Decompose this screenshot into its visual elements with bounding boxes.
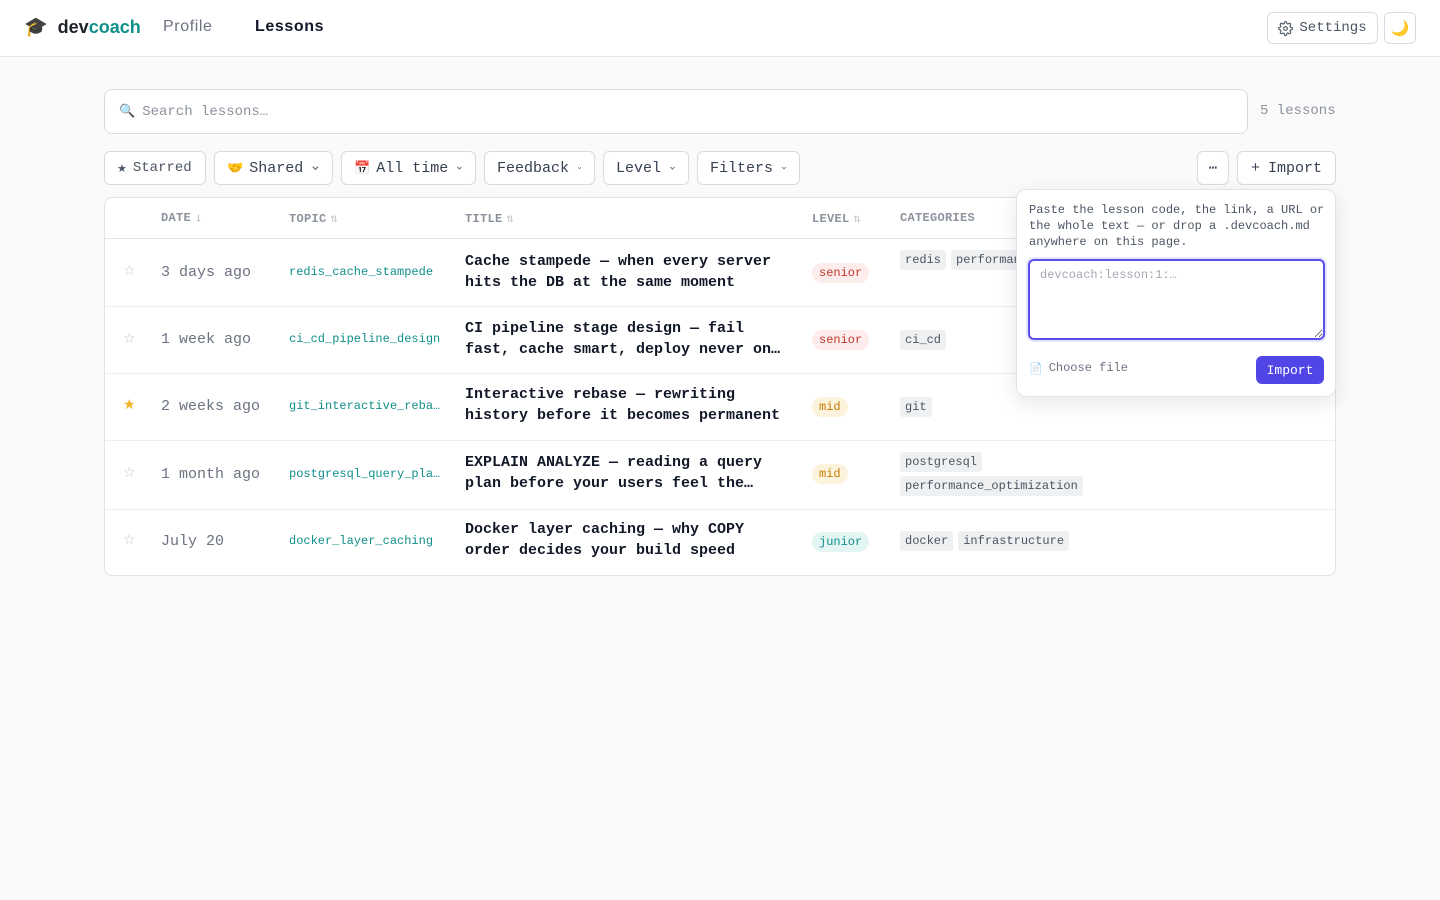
import-button[interactable]: + Import (1237, 151, 1336, 185)
feedback-filter-label: Feedback (497, 159, 570, 177)
column-header-level[interactable]: LEVEL ⇅ (812, 211, 861, 226)
row-title-link[interactable]: Cache stampede — when every server hits … (465, 251, 790, 293)
star-icon: ★ (117, 161, 127, 175)
category-tag[interactable]: git (900, 397, 932, 417)
sort-icon: ⇅ (330, 212, 339, 226)
more-options-button[interactable]: ⋯ (1197, 151, 1229, 185)
category-tag[interactable]: performance_optimization (900, 476, 1083, 496)
import-popover: Paste the lesson code, the link, a URL o… (1016, 189, 1336, 397)
nav-lessons-link[interactable]: Lessons (255, 17, 324, 37)
moon-icon: 🌙 (1390, 19, 1410, 37)
brand-name: devcoach (58, 17, 141, 38)
chevron-down-icon (781, 166, 787, 170)
row-topic-link[interactable]: redis_cache_stampede (289, 265, 444, 279)
column-header-topic-label: TOPIC (289, 212, 327, 226)
search-icon: 🔍 (119, 104, 136, 119)
handshake-icon: 🤝 (227, 160, 244, 176)
row-title-link[interactable]: EXPLAIN ANALYZE — reading a query plan b… (465, 452, 790, 494)
import-textarea[interactable] (1028, 259, 1325, 340)
lesson-count: 5 lessons (1260, 103, 1336, 119)
feedback-filter-dropdown[interactable]: Feedback (484, 151, 595, 185)
chevron-down-icon (670, 166, 675, 170)
row-title-link[interactable]: Interactive rebase — rewriting history b… (465, 384, 790, 426)
time-filter-label: All time (376, 159, 449, 177)
star-toggle-icon[interactable]: ☆ (123, 465, 136, 481)
level-badge: senior (812, 263, 870, 283)
plus-icon: + (1250, 159, 1260, 177)
import-button-label: Import (1268, 159, 1323, 177)
top-bar: 🎓 devcoach Profile Lessons Settings 🌙 (0, 0, 1440, 57)
level-filter-dropdown[interactable]: Level (603, 151, 689, 185)
more-filters-label: Filters (710, 159, 774, 177)
column-header-level-label: LEVEL (812, 212, 850, 226)
star-toggle-icon[interactable]: ☆ (123, 263, 136, 279)
theme-toggle-button[interactable]: 🌙 (1384, 12, 1416, 44)
row-date: 1 month ago (161, 466, 261, 483)
shared-filter-dropdown[interactable]: 🤝 Shared (214, 151, 333, 185)
table-row[interactable]: ☆ July 20 docker_layer_caching Docker la… (105, 510, 1335, 575)
level-badge: mid (812, 464, 848, 484)
star-toggle-icon[interactable]: ☆ (123, 532, 136, 548)
column-header-date[interactable]: DATE ↓ (161, 211, 203, 225)
level-badge: junior (812, 532, 870, 552)
starred-filter-button[interactable]: ★ Starred (104, 151, 206, 185)
calendar-icon: 📅 (354, 160, 371, 176)
category-tag[interactable]: docker (900, 531, 954, 551)
import-submit-button[interactable]: Import (1256, 356, 1324, 384)
level-badge: mid (812, 397, 848, 417)
graduation-cap-icon: 🎓 (24, 16, 48, 38)
ellipsis-icon: ⋯ (1208, 160, 1218, 177)
shared-filter-label: Shared (249, 159, 304, 177)
brand-prefix: dev (57, 16, 89, 37)
search-bar: 🔍 (104, 89, 1248, 134)
sort-desc-icon: ↓ (195, 211, 203, 225)
more-filters-dropdown[interactable]: Filters (697, 151, 800, 185)
category-tags: docker infrastructure (900, 531, 1330, 551)
row-topic-link[interactable]: ci_cd_pipeline_design (289, 332, 444, 346)
category-tags: postgresql performance_optimization (900, 452, 1100, 496)
row-title-link[interactable]: Docker layer caching — why COPY order de… (465, 519, 790, 561)
category-tag[interactable]: infrastructure (958, 531, 1070, 551)
star-toggle-icon[interactable]: ☆ (123, 331, 136, 347)
column-header-title[interactable]: TITLE ⇅ (465, 211, 514, 226)
nav-profile-link[interactable]: Profile (163, 17, 213, 37)
settings-button[interactable]: Settings (1267, 12, 1378, 44)
import-help-text: Paste the lesson code, the link, a URL o… (1029, 203, 1325, 249)
gear-icon (1278, 20, 1294, 36)
sort-icon: ⇅ (506, 212, 515, 226)
row-topic-link[interactable]: docker_layer_caching (289, 534, 444, 548)
row-date: July 20 (161, 533, 225, 550)
search-input[interactable] (142, 103, 1223, 120)
row-date: 3 days ago (161, 264, 252, 281)
chevron-down-icon (457, 166, 462, 170)
choose-file-label: Choose file (1048, 361, 1128, 375)
file-icon: 📄 (1029, 361, 1043, 375)
category-tag[interactable]: redis (900, 250, 947, 270)
category-tags: git (900, 397, 1330, 417)
settings-label: Settings (1299, 20, 1367, 36)
row-title-link[interactable]: CI pipeline stage design — fail fast, ca… (465, 318, 790, 360)
column-header-title-label: TITLE (465, 212, 503, 226)
table-row[interactable]: ☆ 1 month ago postgresql_query_pla… EXPL… (105, 441, 1335, 510)
row-topic-link[interactable]: postgresql_query_pla… (289, 467, 444, 481)
category-tag[interactable]: ci_cd (900, 330, 947, 350)
row-topic-link[interactable]: git_interactive_reba… (289, 399, 444, 413)
column-header-date-label: DATE (161, 211, 192, 225)
brand-logo[interactable]: 🎓 devcoach (24, 16, 141, 38)
row-date: 2 weeks ago (161, 398, 261, 415)
choose-file-button[interactable]: 📄 Choose file (1029, 361, 1128, 375)
level-filter-label: Level (616, 159, 662, 177)
column-header-topic[interactable]: TOPIC ⇅ (289, 211, 338, 226)
brand-suffix: coach (88, 16, 141, 37)
chevron-down-icon (577, 167, 582, 170)
level-badge: senior (812, 330, 870, 350)
star-toggle-icon[interactable]: ★ (123, 397, 136, 413)
category-tag[interactable]: postgresql (900, 452, 983, 472)
starred-filter-label: Starred (132, 160, 192, 176)
time-filter-dropdown[interactable]: 📅 All time (341, 151, 476, 185)
sort-icon: ⇅ (853, 212, 862, 226)
column-header-categories: CATEGORIES (900, 211, 976, 225)
chevron-down-icon (312, 166, 319, 171)
row-date: 1 week ago (161, 331, 252, 348)
